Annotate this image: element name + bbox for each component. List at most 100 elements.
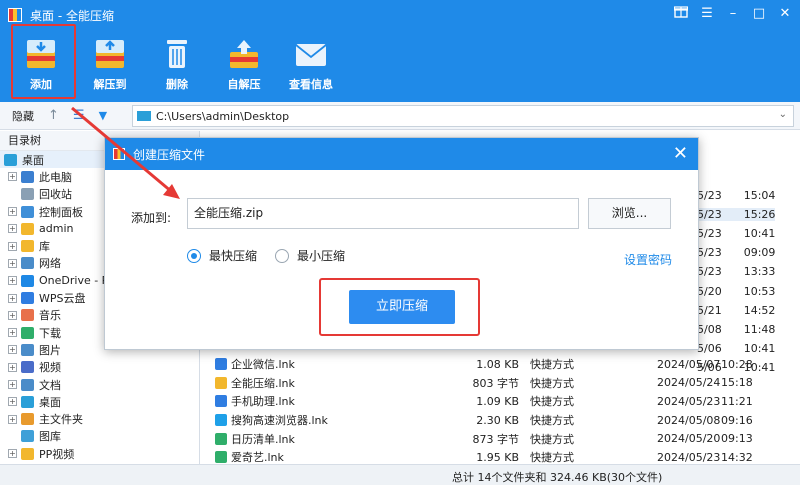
file-row-partial[interactable]: 5/23 13:33 xyxy=(697,265,775,278)
file-row[interactable]: 搜狗高速浏览器.lnk 2.30 KB 快捷方式 2024/05/08 09:16 xyxy=(201,411,800,430)
hide-tree-button[interactable]: 隐藏 xyxy=(12,108,34,124)
file-row-partial[interactable]: 5/23 15:26 xyxy=(697,208,776,222)
folder-icon xyxy=(21,447,34,460)
tree-item-label: OneDrive - P xyxy=(39,274,109,288)
file-row[interactable]: 全能压缩.lnk 803 字节 快捷方式 2024/05/24 15:18 xyxy=(201,374,800,393)
expand-icon[interactable]: + xyxy=(8,397,17,407)
folder-icon xyxy=(21,257,34,270)
app-window: 桌面 - 全能压缩 ☰ – □ ✕ 添加 解压到 删除 自解压 查看信息 隐藏 … xyxy=(0,0,800,485)
expand-icon[interactable]: + xyxy=(8,293,17,303)
maximize-icon[interactable]: □ xyxy=(750,4,768,24)
expand-icon[interactable]: + xyxy=(8,328,17,338)
file-time: 09:09 xyxy=(743,246,776,260)
folder-icon xyxy=(21,361,34,374)
browse-button[interactable]: 浏览... xyxy=(588,198,671,229)
folder-icon xyxy=(21,309,34,322)
self-extract-button[interactable]: 自解压 xyxy=(211,34,277,98)
mail-info-icon xyxy=(293,36,329,72)
folder-icon xyxy=(4,153,17,166)
file-time: 15:04 xyxy=(743,189,776,202)
tree-item-label: 桌面 xyxy=(39,395,61,409)
file-row[interactable]: 手机助理.lnk 1.09 KB 快捷方式 2024/05/23 11:21 xyxy=(201,392,800,411)
expand-icon[interactable]: + xyxy=(8,449,17,459)
expand-icon[interactable]: + xyxy=(8,276,17,286)
file-size: 1.08 KB xyxy=(476,357,519,371)
view-info-label: 查看信息 xyxy=(289,78,333,91)
folder-icon xyxy=(21,274,34,287)
view-dropdown-icon[interactable]: ▼ xyxy=(99,109,107,122)
list-view-icon[interactable]: ☰ xyxy=(73,108,85,123)
file-date: 5/20 xyxy=(697,284,722,298)
tree-item[interactable]: + 视频 xyxy=(0,359,199,376)
gift-icon[interactable] xyxy=(672,4,690,24)
file-row-partial[interactable]: 5/06 10:41 xyxy=(697,342,775,355)
file-time: 11:48 xyxy=(743,322,776,336)
file-row-partial[interactable]: 5/23 15:04 xyxy=(697,189,775,202)
expand-icon[interactable]: + xyxy=(8,258,17,268)
file-date: 2024/05/08 xyxy=(657,413,721,427)
close-icon[interactable]: ✕ xyxy=(776,4,794,24)
radio-selected-icon xyxy=(187,248,201,263)
window-title: 桌面 - 全能压缩 xyxy=(30,8,114,23)
expand-icon[interactable]: + xyxy=(8,172,17,182)
menu-icon[interactable]: ☰ xyxy=(698,4,716,24)
set-password-link[interactable]: 设置密码 xyxy=(624,251,672,268)
minimize-icon[interactable]: – xyxy=(724,4,742,24)
expand-icon[interactable]: + xyxy=(8,380,17,389)
up-arrow-icon[interactable]: ↑ xyxy=(48,108,59,123)
file-name: 日历清单.lnk xyxy=(231,432,295,446)
tree-item-label: 回收站 xyxy=(39,188,72,202)
expand-icon[interactable]: + xyxy=(8,414,17,424)
file-row[interactable]: 爱奇艺.lnk 1.95 KB 快捷方式 2024/05/23 14:32 xyxy=(201,448,800,464)
tree-item[interactable]: + PP视频 xyxy=(0,445,199,462)
file-size: 2.30 KB xyxy=(476,413,519,427)
extract-to-button[interactable]: 解压到 xyxy=(77,34,143,98)
file-date: 5/23 xyxy=(697,189,722,202)
file-date: 2024/05/23 xyxy=(657,450,721,464)
file-date: 2024/05/23 xyxy=(657,394,721,408)
tree-item-label: 图片 xyxy=(39,343,61,357)
file-time: 10:53 xyxy=(743,284,776,298)
file-row-partial[interactable]: 5/23 10:41 xyxy=(697,227,775,240)
file-row[interactable]: 日历清单.lnk 873 字节 快捷方式 2024/05/20 09:13 xyxy=(201,429,800,448)
dialog-close-icon[interactable]: ✕ xyxy=(673,143,688,164)
tree-item[interactable]: + 文档 xyxy=(0,376,199,393)
folder-icon xyxy=(21,395,34,408)
archive-filename-input[interactable]: 全能压缩.zip xyxy=(187,198,579,229)
file-row-partial[interactable]: 5/23 09:09 xyxy=(697,246,775,259)
expand-icon[interactable]: + xyxy=(8,345,17,355)
file-time: 14:32 xyxy=(721,450,753,464)
tree-item[interactable]: 图库 xyxy=(0,428,199,445)
file-date: 5/08 xyxy=(697,322,722,336)
path-input[interactable]: C:\Users\admin\Desktop ⌄ xyxy=(132,105,794,127)
file-time: 09:16 xyxy=(721,413,753,427)
file-date: 2024/05/20 xyxy=(657,432,721,446)
expand-icon[interactable]: + xyxy=(8,310,17,320)
expand-icon[interactable]: + xyxy=(8,241,17,251)
file-time: 10:41 xyxy=(743,227,776,241)
expand-icon[interactable]: + xyxy=(8,207,17,217)
delete-button[interactable]: 删除 xyxy=(144,34,210,98)
file-time: 13:33 xyxy=(743,265,776,279)
tree-item-label: 下载 xyxy=(39,326,61,340)
view-info-button[interactable]: 查看信息 xyxy=(278,34,344,98)
tree-item[interactable]: + 主文件夹 xyxy=(0,410,199,427)
fastest-compression-radio[interactable]: 最快压缩 xyxy=(187,247,257,264)
file-name: 搜狗高速浏览器.lnk xyxy=(231,414,328,428)
tree-item-label: 控制面板 xyxy=(39,205,83,219)
self-extract-label: 自解压 xyxy=(227,78,261,91)
file-row-partial[interactable]: 5/21 14:52 xyxy=(697,304,775,317)
expand-icon[interactable]: + xyxy=(8,224,17,234)
file-row-partial[interactable]: 5/20 10:53 xyxy=(697,285,775,298)
tree-item[interactable]: + 桌面 xyxy=(0,393,199,410)
tree-item-label: 此电脑 xyxy=(39,170,72,184)
shortcut-icon xyxy=(215,432,227,445)
smallest-compression-radio[interactable]: 最小压缩 xyxy=(275,247,345,264)
path-dropdown-icon[interactable]: ⌄ xyxy=(779,109,787,120)
expand-icon[interactable]: + xyxy=(8,362,17,372)
file-row-partial[interactable]: 5/08 11:48 xyxy=(697,323,775,336)
file-size: 1.95 KB xyxy=(476,450,519,464)
file-row[interactable]: 企业微信.lnk 1.08 KB 快捷方式 2024/05/07 10:28 xyxy=(201,355,800,374)
